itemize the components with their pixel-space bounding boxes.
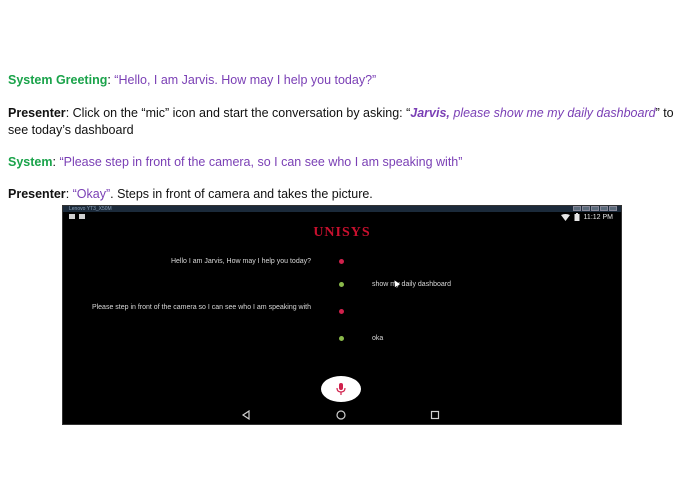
user-message: oka	[372, 335, 384, 342]
clock: 11:12 PM	[583, 213, 613, 221]
system-greeting-quote: “Hello, I am Jarvis. How may I help you …	[114, 73, 377, 87]
home-button[interactable]	[334, 409, 348, 421]
status-bar-left	[69, 214, 85, 219]
jarvis-name: Jarvis,	[410, 106, 450, 120]
system-greeting-line: System Greeting: “Hello, I am Jarvis. Ho…	[8, 72, 689, 89]
back-button[interactable]	[239, 409, 253, 421]
window-control-icon[interactable]	[573, 206, 581, 211]
recents-square-icon	[430, 410, 440, 420]
bot-message: Please step in front of the camera so I …	[91, 304, 311, 311]
android-nav-bar	[63, 406, 621, 424]
user-indicator-dot	[339, 336, 344, 341]
system-camera-line: System: “Please step in front of the cam…	[8, 154, 689, 171]
system-greeting-label: System Greeting	[8, 73, 108, 87]
status-bar-right: 11:12 PM	[560, 213, 613, 221]
emulator-window-title: Lenovo YT3_X50M	[69, 206, 112, 212]
tablet-screenshot: Lenovo YT3_X50M 11:12 PM UNISYS Hello I …	[62, 205, 622, 425]
unisys-logo: UNISYS	[313, 225, 371, 240]
window-control-icon[interactable]	[591, 206, 599, 211]
presenter-okay-line: Presenter: “Okay”. Steps in front of cam…	[8, 186, 689, 203]
presenter-label: Presenter	[8, 187, 66, 201]
back-triangle-icon	[241, 410, 250, 420]
dashboard-request: please show me my daily dashboard	[449, 106, 656, 120]
notification-icon	[69, 214, 75, 219]
window-controls	[573, 206, 617, 211]
system-camera-quote: “Please step in front of the camera, so …	[59, 155, 463, 169]
presenter-label: Presenter	[8, 106, 66, 120]
notification-icon	[79, 214, 85, 219]
home-circle-icon	[336, 410, 346, 420]
battery-icon	[574, 213, 580, 221]
separator: :	[65, 187, 73, 201]
okay-quote: “Okay”	[72, 187, 111, 201]
recents-button[interactable]	[428, 409, 442, 421]
bot-indicator-dot	[339, 309, 344, 314]
window-control-icon[interactable]	[609, 206, 617, 211]
presenter-instruction-text: : Click on the “mic” icon and start the …	[65, 106, 411, 120]
system-label: System	[8, 155, 53, 169]
microphone-icon	[336, 383, 346, 395]
bot-message: Hello I am Jarvis, How may I help you to…	[170, 258, 311, 265]
emulator-titlebar	[63, 206, 621, 212]
presenter-instruction-line: Presenter: Click on the “mic” icon and s…	[8, 105, 689, 139]
wifi-icon	[560, 213, 570, 221]
presenter-okay-text: . Steps in front of camera and takes the…	[110, 187, 373, 201]
window-control-icon[interactable]	[582, 206, 590, 211]
bot-indicator-dot	[339, 259, 344, 264]
window-control-icon[interactable]	[600, 206, 608, 211]
mic-button[interactable]	[321, 376, 361, 402]
user-indicator-dot	[339, 282, 344, 287]
